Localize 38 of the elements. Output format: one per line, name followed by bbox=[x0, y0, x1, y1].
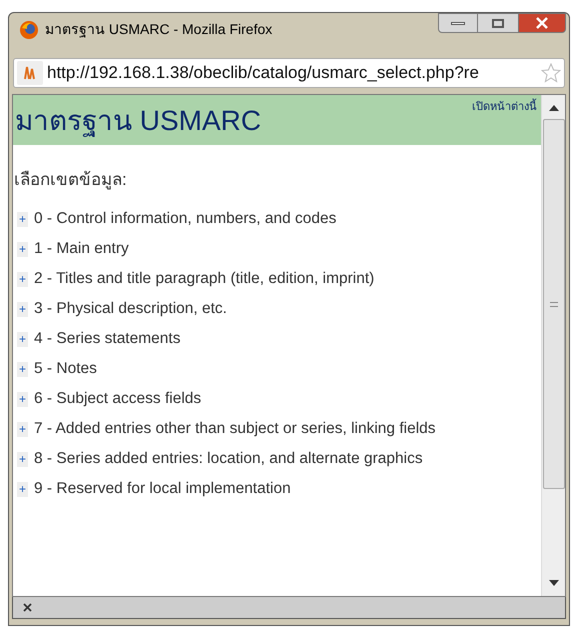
expand-toggle[interactable]: + bbox=[17, 212, 28, 226]
field-group-label[interactable]: 7 - Added entries other than subject or series, linking fields bbox=[34, 417, 436, 441]
expand-toggle[interactable]: + bbox=[17, 482, 28, 496]
site-icon bbox=[17, 61, 43, 85]
scrollbar[interactable] bbox=[541, 95, 565, 596]
prompt-text: เลือกเขตข้อมูล: bbox=[14, 169, 128, 192]
scroll-up-arrow-icon[interactable] bbox=[548, 105, 558, 111]
expand-toggle[interactable]: + bbox=[17, 272, 28, 286]
close-icon[interactable] bbox=[23, 603, 32, 612]
expand-toggle[interactable]: + bbox=[17, 302, 28, 316]
expand-toggle[interactable]: + bbox=[17, 422, 28, 436]
close-button[interactable] bbox=[518, 13, 566, 33]
field-group-label[interactable]: 8 - Series added entries: location, and alternate graphics bbox=[34, 447, 423, 471]
star-icon[interactable] bbox=[541, 63, 561, 83]
scroll-down-arrow-icon[interactable] bbox=[548, 580, 558, 586]
browser-logo-icon bbox=[19, 20, 39, 40]
address-field[interactable]: http://192.168.1.38/obeclib/catalog/usmarc_select.php?re bbox=[13, 58, 565, 88]
field-group-label[interactable]: 2 - Titles and title paragraph (title, edition, imprint) bbox=[34, 267, 374, 291]
close-icon bbox=[535, 17, 549, 29]
field-group-label[interactable]: 3 - Physical description, etc. bbox=[34, 297, 227, 321]
window-title: มาตรฐาน USMARC - Mozilla Firefox bbox=[45, 20, 272, 40]
open-window-link[interactable]: เปิดหน้าต่างนี้ bbox=[472, 99, 537, 145]
minimize-button[interactable] bbox=[438, 13, 478, 33]
field-group-label[interactable]: 6 - Subject access fields bbox=[34, 387, 202, 411]
expand-toggle[interactable]: + bbox=[17, 452, 28, 466]
expand-toggle[interactable]: + bbox=[17, 362, 28, 376]
field-group-label[interactable]: 1 - Main entry bbox=[34, 237, 129, 261]
expand-toggle[interactable]: + bbox=[17, 242, 28, 256]
page-heading: มาตรฐาน USMARC bbox=[15, 107, 262, 139]
field-group-label[interactable]: 9 - Reserved for local implementation bbox=[34, 477, 291, 501]
maximize-button[interactable] bbox=[478, 13, 518, 33]
expand-toggle[interactable]: + bbox=[17, 332, 28, 346]
scrollbar-thumb[interactable] bbox=[542, 119, 564, 489]
url-text: http://192.168.1.38/obeclib/catalog/usmarc_select.php?re bbox=[47, 62, 480, 84]
field-group-label[interactable]: 5 - Notes bbox=[34, 357, 97, 381]
field-group-label[interactable]: 0 - Control information, numbers, and codes bbox=[34, 207, 336, 231]
expand-toggle[interactable]: + bbox=[17, 392, 28, 406]
field-group-label[interactable]: 4 - Series statements bbox=[34, 327, 180, 351]
